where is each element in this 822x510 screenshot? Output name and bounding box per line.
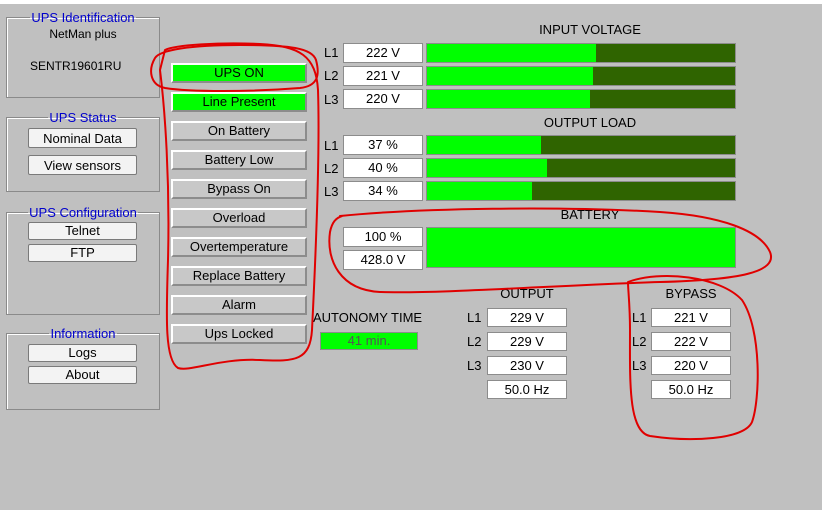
indicator-on-battery: On Battery <box>171 121 307 141</box>
ups-model: NetMan plus <box>49 27 117 41</box>
indicator-overload: Overload <box>171 208 307 228</box>
input-l1-value: 222 V <box>343 43 423 63</box>
bypass-l2-value: 222 V <box>651 332 731 351</box>
telnet-button[interactable]: Telnet <box>28 222 137 240</box>
output-l3-value: 230 V <box>487 356 567 375</box>
autonomy-time-value: 41 min. <box>320 332 418 350</box>
input-l2-bar-fill <box>427 67 594 85</box>
load-l2-value: 40 % <box>343 158 423 178</box>
load-l1-label: L1 <box>324 138 339 153</box>
load-l3-bar <box>426 181 736 201</box>
input-l2-label: L2 <box>324 68 339 83</box>
load-l3-bar-fill <box>427 182 532 200</box>
nominal-data-button[interactable]: Nominal Data <box>28 128 137 148</box>
battery-bar-fill <box>427 228 735 267</box>
input-voltage-title: INPUT VOLTAGE <box>539 22 641 37</box>
ups-status-panel: UPS Status <box>6 110 160 192</box>
input-l2-value: 221 V <box>343 66 423 86</box>
information-legend: Information <box>50 326 116 341</box>
view-sensors-button[interactable]: View sensors <box>28 155 137 175</box>
output-l2-label: L2 <box>467 334 482 349</box>
indicator-line-present: Line Present <box>171 92 307 112</box>
indicator-bypass-on: Bypass On <box>171 179 307 199</box>
indicator-replace-battery: Replace Battery <box>171 266 307 286</box>
output-load-title: OUTPUT LOAD <box>543 115 637 130</box>
load-l3-label: L3 <box>324 184 339 199</box>
indicator-battery-low: Battery Low <box>171 150 307 170</box>
bypass-l2-label: L2 <box>632 334 647 349</box>
battery-charge-value: 100 % <box>343 227 423 247</box>
input-l3-value: 220 V <box>343 89 423 109</box>
input-l1-label: L1 <box>324 45 339 60</box>
output-l3-label: L3 <box>467 358 482 373</box>
bypass-title: BYPASS <box>665 286 717 301</box>
bypass-frequency-value: 50.0 Hz <box>651 380 731 399</box>
indicator-overtemperature: Overtemperature <box>171 237 307 257</box>
ups-serial: SENTR19601RU <box>30 59 122 73</box>
indicator-ups-on: UPS ON <box>171 63 307 83</box>
load-l1-value: 37 % <box>343 135 423 155</box>
bypass-l1-label: L1 <box>632 310 647 325</box>
input-l3-bar <box>426 89 736 109</box>
output-l2-value: 229 V <box>487 332 567 351</box>
load-l2-bar <box>426 158 736 178</box>
load-l1-bar-fill <box>427 136 541 154</box>
ftp-button[interactable]: FTP <box>28 244 137 262</box>
bypass-l1-value: 221 V <box>651 308 731 327</box>
ups-status-legend: UPS Status <box>49 110 117 125</box>
ups-identification-legend: UPS Identification <box>31 10 135 25</box>
bypass-l3-label: L3 <box>632 358 647 373</box>
input-l1-bar <box>426 43 736 63</box>
output-l1-label: L1 <box>467 310 482 325</box>
ups-identification-panel: UPS Identification <box>6 10 160 98</box>
autonomy-time-label: AUTONOMY TIME <box>313 310 423 325</box>
battery-bar <box>426 227 736 268</box>
input-l1-bar-fill <box>427 44 597 62</box>
output-l1-value: 229 V <box>487 308 567 327</box>
indicator-ups-locked: Ups Locked <box>171 324 307 344</box>
output-frequency-value: 50.0 Hz <box>487 380 567 399</box>
input-l3-bar-fill <box>427 90 591 108</box>
load-l2-label: L2 <box>324 161 339 176</box>
input-l2-bar <box>426 66 736 86</box>
load-l1-bar <box>426 135 736 155</box>
about-button[interactable]: About <box>28 366 137 384</box>
bypass-l3-value: 220 V <box>651 356 731 375</box>
battery-title: BATTERY <box>560 207 620 222</box>
ups-configuration-legend: UPS Configuration <box>29 205 137 220</box>
load-l3-value: 34 % <box>343 181 423 201</box>
output-title: OUTPUT <box>500 286 554 301</box>
logs-button[interactable]: Logs <box>28 344 137 362</box>
window-top-edge <box>0 0 822 4</box>
battery-voltage-value: 428.0 V <box>343 250 423 270</box>
load-l2-bar-fill <box>427 159 548 177</box>
indicator-alarm: Alarm <box>171 295 307 315</box>
input-l3-label: L3 <box>324 92 339 107</box>
